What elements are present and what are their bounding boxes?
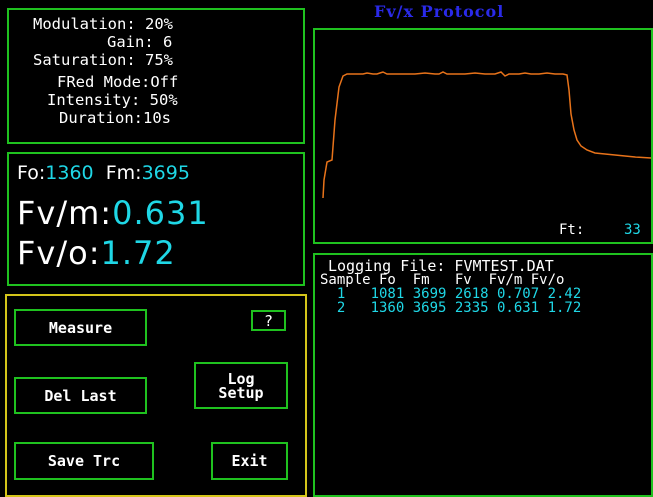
modulation-setting: Modulation: 20% <box>33 15 173 33</box>
fvo-value: 1.72 <box>100 234 176 272</box>
fred-mode-setting: FRed Mode:Off <box>57 73 179 91</box>
fvm-label: Fv/m: <box>17 194 113 232</box>
gain-setting: Gain: 6 <box>107 33 173 51</box>
log-row: 1 1081 3699 2618 0.707 2.42 <box>320 286 582 302</box>
fm-label: Fm: <box>105 162 142 184</box>
measure-button[interactable]: Measure <box>14 309 147 346</box>
intensity-setting: Intensity: 50% <box>47 91 178 109</box>
ft-label: Ft: <box>559 222 585 238</box>
log-setup-button[interactable]: Log Setup <box>194 362 288 409</box>
logging-file-line: Logging File: FVMTEST.DAT <box>328 257 554 275</box>
protocol-title: Fv/x Protocol <box>374 2 505 21</box>
saturation-setting: Saturation: 75% <box>33 51 173 69</box>
log-header-row: Sample Fo Fm Fv Fv/m Fv/o <box>320 272 565 288</box>
fo-label: Fo: <box>17 162 46 184</box>
controls-panel: ? Measure Del Last Log Setup Save Trc Ex… <box>5 294 307 497</box>
fo-value: 1360 <box>45 162 94 184</box>
log-row: 2 1360 3695 2335 0.631 1.72 <box>320 300 582 316</box>
save-trc-button[interactable]: Save Trc <box>14 442 154 480</box>
fvm-readout: Fv/m:0.631 <box>17 194 209 232</box>
readout-panel: Fo:1360 Fm:3695 Fv/m:0.631 Fv/o:1.72 <box>7 152 305 286</box>
settings-panel: Modulation: 20% Gain: 6 Saturation: 75% … <box>7 8 305 144</box>
exit-button[interactable]: Exit <box>211 442 288 480</box>
fo-fm-readout: Fo:1360 Fm:3695 <box>17 162 190 184</box>
log-setup-line2: Setup <box>218 383 264 402</box>
log-panel: Logging File: FVMTEST.DAT Sample Fo Fm F… <box>313 253 653 497</box>
fm-value: 3695 <box>141 162 190 184</box>
fluorescence-trace-plot <box>322 71 651 199</box>
fvo-label: Fv/o: <box>17 234 101 272</box>
fvo-readout: Fv/o:1.72 <box>17 234 176 272</box>
fluorescence-trace-line <box>322 71 651 199</box>
ft-value: 33 <box>624 222 641 238</box>
del-last-button[interactable]: Del Last <box>14 377 147 414</box>
fvm-value: 0.631 <box>112 194 209 232</box>
help-button[interactable]: ? <box>251 310 286 331</box>
trace-panel: Ft: 33 <box>313 28 653 244</box>
duration-setting: Duration:10s <box>59 109 171 127</box>
